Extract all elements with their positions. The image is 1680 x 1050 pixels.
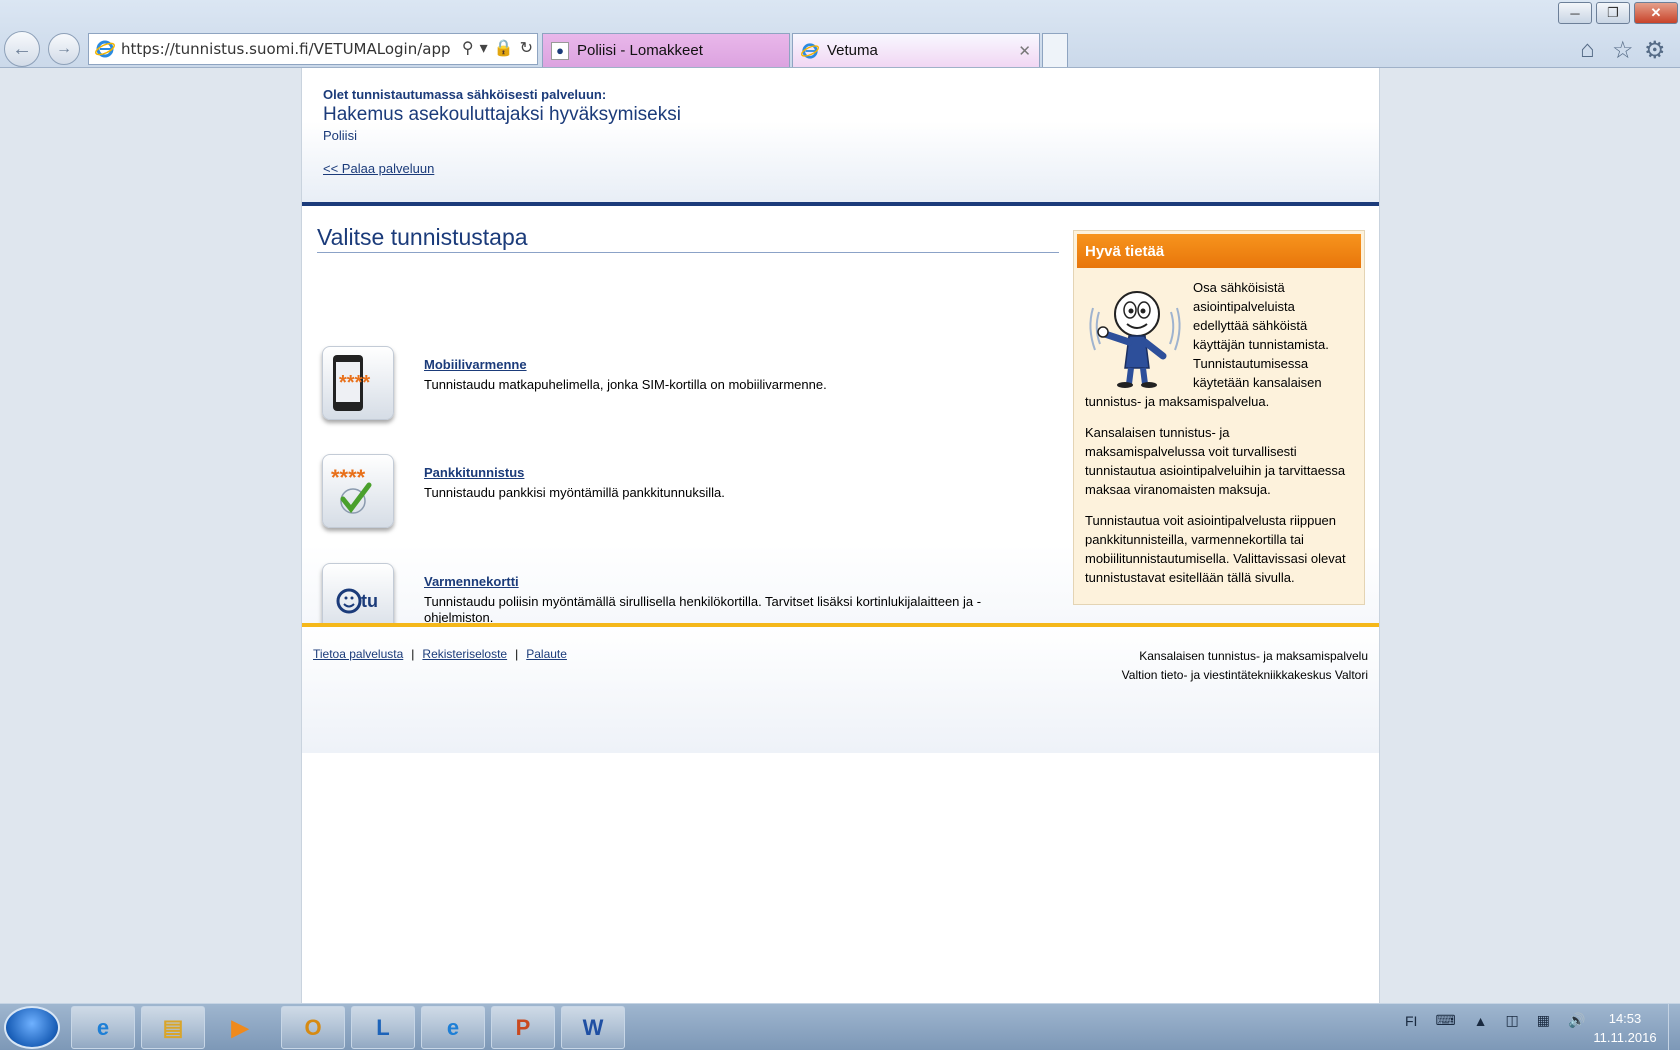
new-tab-button[interactable]	[1042, 33, 1068, 67]
method-mobile: **** Mobiilivarmenne Tunnistaudu matkapu…	[322, 346, 1022, 426]
star-icon[interactable]: ☆	[1612, 36, 1634, 65]
page-footer: Tietoa palvelusta | Rekisteriseloste | Palau…	[302, 627, 1379, 753]
lock-icon[interactable]: 🔒	[494, 38, 514, 58]
forward-button[interactable]: →	[48, 33, 80, 65]
device-icon[interactable]: ◫	[1506, 1012, 1519, 1029]
address-bar[interactable]: https://tunnistus.suomi.fi/VETUMALogin/a…	[88, 33, 538, 65]
home-icon[interactable]: ⌂	[1580, 36, 1595, 64]
info-paragraph: Kansalaisen tunnistus- ja maksamispalvel…	[1085, 425, 1346, 497]
svg-text:****: ****	[339, 372, 370, 394]
minimize-button[interactable]: ─	[1558, 2, 1592, 24]
ie-logo-icon	[801, 42, 819, 59]
footer-service-name: Kansalaisen tunnistus- ja maksamispalvel…	[1139, 649, 1368, 663]
network-icon[interactable]: ▦	[1537, 1012, 1550, 1029]
bank-identification-link[interactable]: Pankkitunnistus	[424, 465, 524, 480]
svg-text:tu: tu	[361, 591, 378, 611]
tab-label: Vetuma	[827, 42, 878, 59]
gear-icon[interactable]: ⚙	[1644, 36, 1666, 65]
taskbar-word[interactable]: W	[561, 1006, 625, 1049]
search-icon[interactable]: ⚲	[462, 38, 474, 58]
window-close-button[interactable]: ✕	[1634, 2, 1678, 24]
address-url[interactable]: https://tunnistus.suomi.fi/VETUMALogin/a…	[121, 40, 451, 58]
arrow-left-icon: ←	[12, 37, 32, 60]
ie-logo-icon: e	[96, 1014, 110, 1040]
browser-chrome: ← → https://tunnistus.suomi.fi/VETUMALog…	[0, 0, 1680, 68]
taskbar-media-player[interactable]: ▶	[211, 1006, 269, 1049]
refresh-icon[interactable]: ↻	[520, 38, 533, 58]
info-paragraph: Tunnistautua voit asiointipalvelusta rii…	[1085, 513, 1346, 585]
restore-icon: ❐	[1607, 5, 1619, 20]
taskbar-internet-explorer[interactable]: e	[71, 1006, 135, 1049]
intro-label: Olet tunnistautumassa sähköisesti palvel…	[323, 87, 607, 102]
taskbar: e ▤ ▶ O L e P W FI ⌨ ▲ ◫ ▦ 🔊 14:53 11.11…	[0, 1003, 1680, 1050]
start-button[interactable]	[4, 1006, 60, 1049]
web-page: Olet tunnistautumassa sähköisesti palvel…	[301, 68, 1380, 1003]
clock-date: 11.11.2016	[1593, 1030, 1657, 1045]
footer-provider-name: Valtion tieto- ja viestintätekniikkakesk…	[1121, 668, 1368, 682]
info-box: Hyvä tietää Osa sähköisistä asiointipalv…	[1073, 230, 1365, 605]
back-to-service-link[interactable]: << Palaa palveluun	[323, 161, 434, 176]
method-description: Tunnistaudu matkapuhelimella, jonka SIM-…	[424, 377, 827, 392]
close-icon: ✕	[1650, 5, 1662, 20]
about-service-link[interactable]: Tietoa palvelusta	[313, 647, 403, 661]
method-bank: **** Pankkitunnistus Tunnistaudu pankkis…	[322, 454, 1022, 534]
tab-poliisi-lomakkeet[interactable]: ● Poliisi - Lomakkeet	[542, 33, 790, 67]
certificate-card-link[interactable]: Varmennekortti	[424, 574, 519, 589]
feedback-link[interactable]: Palaute	[526, 647, 567, 661]
taskbar-outlook[interactable]: O	[281, 1006, 345, 1049]
main-content: Valitse tunnistustapa **** Mobiilivarmen…	[302, 206, 1379, 690]
tab-vetuma[interactable]: Vetuma ✕	[792, 33, 1040, 67]
page-header: Olet tunnistautumassa sähköisesti palvel…	[302, 68, 1379, 202]
page-title: Valitse tunnistustapa	[317, 224, 528, 250]
police-favicon-icon: ●	[551, 41, 569, 60]
info-body: Osa sähköisistä asiointipalveluista edel…	[1077, 268, 1361, 587]
volume-icon[interactable]: 🔊	[1568, 1012, 1585, 1029]
ie-logo-icon	[95, 40, 115, 58]
folder-icon: ▤	[162, 1014, 184, 1040]
privacy-statement-link[interactable]: Rekisteriseloste	[422, 647, 507, 661]
separator: |	[411, 647, 415, 661]
arrow-right-icon: →	[56, 40, 72, 57]
show-desktop-button[interactable]	[1668, 1004, 1680, 1050]
mascot-character-icon	[1089, 291, 1181, 388]
footer-links: Tietoa palvelusta | Rekisteriseloste | Palau…	[313, 647, 567, 661]
language-indicator[interactable]: FI	[1405, 1013, 1417, 1029]
media-player-icon: ▶	[231, 1014, 249, 1040]
ie-logo-icon: e	[446, 1014, 460, 1040]
mobile-certificate-link[interactable]: Mobiilivarmenne	[424, 357, 527, 372]
taskbar-lync[interactable]: L	[351, 1006, 415, 1049]
keyboard-icon[interactable]: ⌨	[1435, 1012, 1455, 1029]
minimize-icon: ─	[1570, 5, 1580, 21]
method-description: Tunnistaudu poliisin myöntämällä sirulli…	[424, 594, 982, 625]
clock[interactable]: 14:53 11.11.2016	[1585, 1009, 1665, 1047]
service-organization: Poliisi	[323, 128, 357, 143]
word-icon: W	[582, 1014, 604, 1040]
method-description: Tunnistaudu pankkisi myöntämillä pankkit…	[424, 485, 725, 500]
tab-label: Poliisi - Lomakkeet	[577, 42, 703, 59]
dropdown-icon[interactable]: ▾	[480, 38, 488, 58]
title-divider	[317, 252, 1059, 253]
separator: |	[515, 647, 519, 661]
mobile-phone-icon[interactable]: ****	[322, 346, 394, 420]
bank-check-icon[interactable]: ****	[322, 454, 394, 528]
taskbar-internet-explorer-2[interactable]: e	[421, 1006, 485, 1049]
back-button[interactable]: ←	[4, 31, 40, 67]
footer-provider: Kansalaisen tunnistus- ja maksamispalvel…	[1122, 647, 1368, 685]
clock-time: 14:53	[1608, 1011, 1642, 1026]
system-tray: FI ⌨ ▲ ◫ ▦ 🔊	[1405, 1012, 1585, 1029]
powerpoint-icon: P	[515, 1014, 531, 1040]
taskbar-file-explorer[interactable]: ▤	[141, 1006, 205, 1049]
restore-button[interactable]: ❐	[1596, 2, 1630, 24]
show-hidden-icons-icon[interactable]: ▲	[1474, 1013, 1488, 1029]
lync-icon: L	[376, 1014, 390, 1040]
close-icon[interactable]: ✕	[1018, 42, 1031, 60]
taskbar-powerpoint[interactable]: P	[491, 1006, 555, 1049]
svg-text:****: ****	[331, 465, 366, 490]
outlook-icon: O	[304, 1014, 322, 1040]
service-name: Hakemus asekouluttajaksi hyväksymiseksi	[323, 104, 681, 125]
info-title: Hyvä tietää	[1077, 234, 1361, 268]
